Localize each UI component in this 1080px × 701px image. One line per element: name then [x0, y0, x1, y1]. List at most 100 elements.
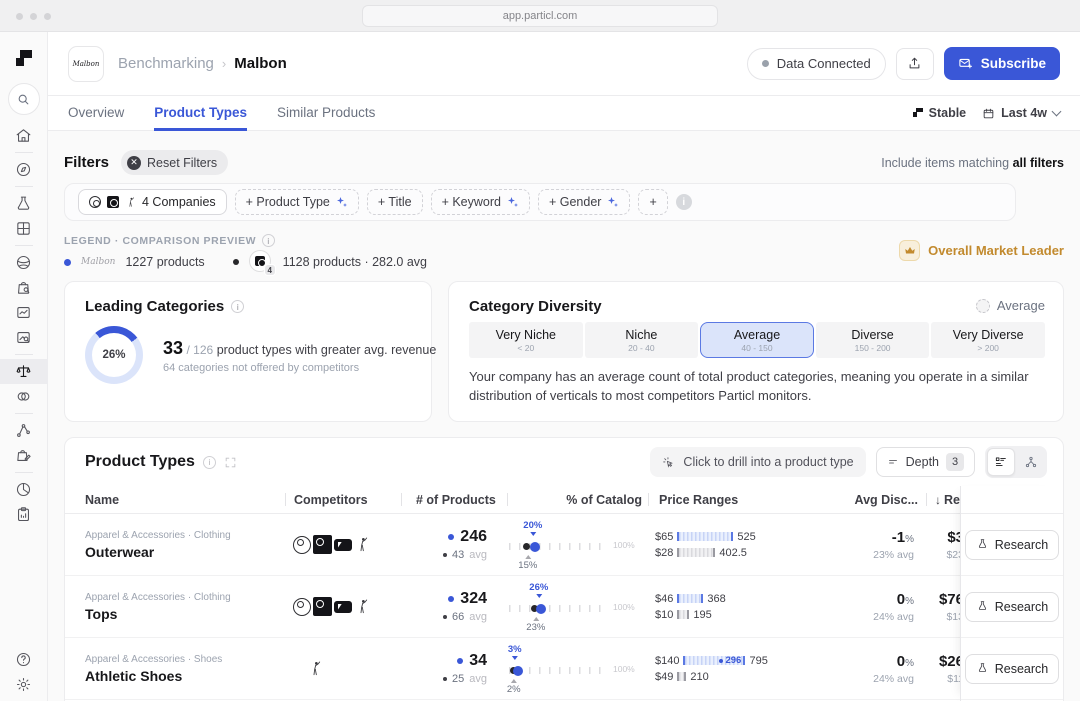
- row-name: Tops: [85, 606, 285, 622]
- gear-icon: [15, 676, 32, 693]
- add-filter-chip[interactable]: +: [638, 189, 667, 215]
- expand-icon[interactable]: [224, 456, 237, 469]
- upload-icon: [907, 56, 922, 71]
- info-icon[interactable]: i: [262, 234, 275, 247]
- list-view-button[interactable]: [987, 448, 1015, 476]
- sidebar-item-store-search[interactable]: [0, 275, 48, 300]
- table-row[interactable]: Apparel & Accessories · Shoes Athletic S…: [65, 638, 1063, 700]
- share-button[interactable]: [896, 48, 934, 80]
- row-competitor-logos: [285, 597, 400, 616]
- info-icon[interactable]: i: [203, 456, 216, 469]
- sidebar-item-settings[interactable]: [0, 672, 48, 697]
- row-name: Athletic Shoes: [85, 668, 285, 684]
- ai-sparkle-icon: [507, 196, 519, 208]
- sidebar-item-help[interactable]: [0, 647, 48, 672]
- sidebar-item-image-search[interactable]: [0, 325, 48, 350]
- sidebar-item-globe[interactable]: [0, 250, 48, 275]
- column-header-catalog[interactable]: % of Catalog: [508, 493, 648, 507]
- breadcrumb-section[interactable]: Benchmarking: [118, 55, 214, 72]
- add-keyword-filter-chip[interactable]: + Keyword: [431, 189, 530, 215]
- depth-selector[interactable]: Depth 3: [876, 447, 975, 477]
- home-icon: [15, 127, 32, 144]
- companies-filter-chip[interactable]: 4 Companies: [78, 189, 227, 215]
- research-button[interactable]: Research: [965, 530, 1060, 560]
- table-row[interactable]: Apparel & Accessories · Clothing Outerwe…: [65, 514, 1063, 576]
- tab-overview[interactable]: Overview: [68, 96, 124, 131]
- drill-hint: Click to drill into a product type: [650, 447, 865, 477]
- tab-similar-products[interactable]: Similar Products: [277, 96, 375, 131]
- tree-view-button[interactable]: [1017, 448, 1045, 476]
- column-header-products[interactable]: # of Products: [402, 493, 507, 507]
- ai-sparkle-icon: [336, 196, 348, 208]
- add-gender-filter-chip[interactable]: + Gender: [538, 189, 630, 215]
- research-sticky-column: Research Research Research: [960, 486, 1063, 701]
- row-category: Apparel & Accessories · Clothing: [85, 592, 285, 603]
- chart-frame-icon: [15, 304, 32, 321]
- stability-indicator[interactable]: Stable: [913, 106, 967, 120]
- leading-categories-donut: 26%: [85, 326, 143, 384]
- sidebar-item-home[interactable]: [0, 123, 48, 148]
- clipboard-icon: [15, 506, 32, 523]
- sidebar-item-clipboard[interactable]: [0, 502, 48, 527]
- data-connected-badge[interactable]: Data Connected: [747, 48, 886, 80]
- address-bar[interactable]: app.particl.com: [362, 5, 718, 27]
- envelope-plus-icon: [958, 56, 973, 71]
- sidebar-item-explore[interactable]: [0, 157, 48, 182]
- sidebar-item-benchmarking[interactable]: [0, 359, 48, 384]
- particl-logo-icon[interactable]: [14, 48, 34, 68]
- add-product-type-filter-chip[interactable]: + Product Type: [235, 189, 359, 215]
- column-header-discount[interactable]: Avg Disc...: [846, 493, 918, 507]
- sidebar-item-charts[interactable]: [0, 300, 48, 325]
- breadcrumb-separator: ›: [222, 56, 226, 71]
- leading-count: 33: [163, 338, 183, 358]
- product-types-title: Product Types: [85, 453, 195, 471]
- golfer-logo-icon: [354, 536, 370, 554]
- legend-heading: LEGEND · COMPARISON PREVIEWi: [64, 234, 275, 247]
- click-cursor-icon: [662, 456, 675, 469]
- tree-view-icon: [1024, 455, 1038, 469]
- sidebar-item-hierarchy[interactable]: [0, 418, 48, 443]
- sidebar-search-button[interactable]: [8, 83, 40, 115]
- tab-product-types[interactable]: Product Types: [154, 96, 247, 131]
- sidebar-item-compare[interactable]: [0, 384, 48, 409]
- date-range-selector[interactable]: Last 4w: [982, 106, 1060, 120]
- sidebar-item-lab[interactable]: [0, 191, 48, 216]
- column-header-name[interactable]: Name: [85, 493, 285, 507]
- search-icon: [17, 93, 30, 106]
- research-button[interactable]: Research: [965, 654, 1060, 684]
- view-toggle: [985, 446, 1047, 478]
- segment-diverse[interactable]: Diverse150 - 200: [816, 322, 930, 358]
- depth-lines-icon: [887, 456, 899, 468]
- filters-title: Filters: [64, 154, 109, 171]
- market-leader-badge[interactable]: Overall Market Leader: [899, 240, 1064, 261]
- golfer-logo-icon: [125, 196, 136, 209]
- segment-niche[interactable]: Niche20 - 40: [585, 322, 699, 358]
- column-header-competitors[interactable]: Competitors: [286, 493, 401, 507]
- browser-topbar: app.particl.com: [0, 0, 1080, 32]
- window-control-dots[interactable]: [16, 13, 51, 20]
- add-title-filter-chip[interactable]: + Title: [367, 189, 423, 215]
- catalog-share-slider: 3% 100% 2%: [505, 643, 637, 695]
- sidebar-item-table[interactable]: [0, 216, 48, 241]
- subscribe-button[interactable]: Subscribe: [944, 47, 1060, 80]
- stability-icon: [913, 108, 923, 118]
- segment-average[interactable]: Average40 - 150: [700, 322, 814, 358]
- sidebar-item-pie[interactable]: [0, 477, 48, 502]
- research-button[interactable]: Research: [965, 592, 1060, 622]
- segment-very-diverse[interactable]: Very Diverse> 200: [931, 322, 1045, 358]
- competitor-avatars[interactable]: 4: [249, 250, 273, 274]
- segment-very-niche[interactable]: Very Niche< 20: [469, 322, 583, 358]
- info-icon[interactable]: i: [231, 300, 244, 313]
- competitor-logo-square: [107, 196, 119, 208]
- table-header-row: Name Competitors # of Products % of Cata…: [65, 486, 1063, 514]
- app-window: app.particl.com: [0, 0, 1080, 701]
- reset-filters-button[interactable]: ✕Reset Filters: [121, 150, 228, 175]
- sidebar-item-bag-edit[interactable]: [0, 443, 48, 468]
- pie-chart-icon: [15, 481, 32, 498]
- filters-info-icon[interactable]: i: [676, 194, 692, 210]
- table-row[interactable]: Apparel & Accessories · Clothing Tops 32…: [65, 576, 1063, 638]
- flask-icon: [976, 538, 989, 551]
- filter-match-mode[interactable]: Include items matching all filters: [881, 156, 1064, 170]
- column-header-price[interactable]: Price Ranges: [649, 493, 846, 507]
- company-logo[interactable]: Malbon: [68, 46, 104, 82]
